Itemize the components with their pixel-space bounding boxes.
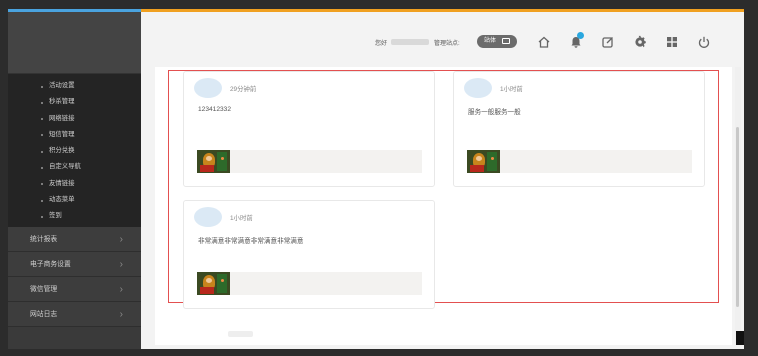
notification-badge [577, 32, 584, 39]
post-thumbnail[interactable] [197, 150, 230, 173]
post-thumbnail[interactable] [197, 272, 230, 295]
sidebar-item-statistics[interactable]: 统计报表 › [8, 226, 141, 252]
sidebar-item-wechat[interactable]: 微信管理 › [8, 276, 141, 302]
greeting-text: 您好 [375, 41, 388, 47]
post-time: 1小时前 [500, 86, 523, 93]
gear-icon[interactable] [633, 35, 647, 49]
sidebar-subitem-network-links[interactable]: 网络链接 [8, 111, 141, 127]
post-content: 123412332 [198, 106, 232, 113]
review-card: 1小时前 非常满意非常满意非常满意非常满意 [183, 200, 435, 309]
chevron-right-icon: › [119, 308, 123, 320]
review-card: 29分钟前 123412332 [183, 71, 435, 187]
monitor-icon [502, 38, 510, 44]
home-icon[interactable] [537, 35, 551, 49]
post-time: 1小时前 [230, 215, 253, 222]
chevron-right-icon: › [119, 233, 123, 245]
sidebar-subitem-checkin[interactable]: 签到 [8, 208, 141, 224]
pagination-redacted [228, 331, 253, 337]
bell-icon[interactable] [569, 32, 584, 49]
sidebar: 活动设置 秒杀管理 网络链接 短信管理 积分兑换 自定义导航 友情链接 动态菜单… [8, 12, 141, 349]
view-site-label: 站体 [484, 38, 497, 44]
scrollbar[interactable] [735, 67, 741, 345]
sidebar-item-site-log[interactable]: 网站日志 › [8, 301, 141, 327]
grid-icon[interactable] [665, 35, 679, 49]
sidebar-subitem-sms[interactable]: 短信管理 [8, 127, 141, 143]
sidebar-subitem-flash-sale[interactable]: 秒杀管理 [8, 94, 141, 110]
sidebar-item-label: 统计报表 [30, 235, 58, 243]
chevron-right-icon: › [119, 258, 123, 270]
power-icon[interactable] [697, 35, 711, 49]
post-time: 29分钟前 [230, 86, 257, 93]
sidebar-subitem-custom-nav[interactable]: 自定义导航 [8, 159, 141, 175]
sidebar-subitem-activity-settings[interactable]: 活动设置 [8, 78, 141, 94]
chevron-right-icon: › [119, 283, 123, 295]
app-window: 活动设置 秒杀管理 网络链接 短信管理 积分兑换 自定义导航 友情链接 动态菜单… [8, 9, 744, 349]
header: 您好 管理站点: 站体 [141, 12, 744, 67]
post-media [467, 150, 692, 173]
username-redacted [391, 39, 429, 45]
post-media [197, 150, 422, 173]
sidebar-item-ecommerce[interactable]: 电子商务设置 › [8, 251, 141, 277]
avatar [194, 207, 222, 227]
sidebar-item-label: 网站日志 [30, 310, 58, 318]
sidebar-item-label: 电子商务设置 [30, 260, 71, 268]
sidebar-submenu: 活动设置 秒杀管理 网络链接 短信管理 积分兑换 自定义导航 友情链接 动态菜单… [8, 74, 141, 227]
sidebar-subitem-points-exchange[interactable]: 积分兑换 [8, 143, 141, 159]
admin-site-label: 管理站点: [434, 41, 460, 47]
avatar [194, 78, 222, 98]
sidebar-item-label: 微信管理 [30, 285, 58, 293]
edit-icon[interactable] [601, 35, 615, 49]
sidebar-logo-area [8, 12, 141, 74]
scrollbar-thumb[interactable] [736, 127, 739, 307]
window-corner [736, 331, 744, 345]
review-card: 1小时前 服务一般服务一般 [453, 71, 705, 187]
post-media [197, 272, 422, 295]
post-content: 服务一般服务一般 [468, 109, 521, 116]
main-content: 29分钟前 123412332 1小时前 服务一般服务一般 1小时前 非常满意非… [155, 67, 732, 345]
post-thumbnail[interactable] [467, 150, 500, 173]
sidebar-subitem-dynamic-menu[interactable]: 动态菜单 [8, 192, 141, 208]
view-site-button[interactable]: 站体 [477, 35, 517, 48]
post-content: 非常满意非常满意非常满意非常满意 [198, 238, 304, 245]
sidebar-subitem-friend-links[interactable]: 友情链接 [8, 176, 141, 192]
avatar [464, 78, 492, 98]
